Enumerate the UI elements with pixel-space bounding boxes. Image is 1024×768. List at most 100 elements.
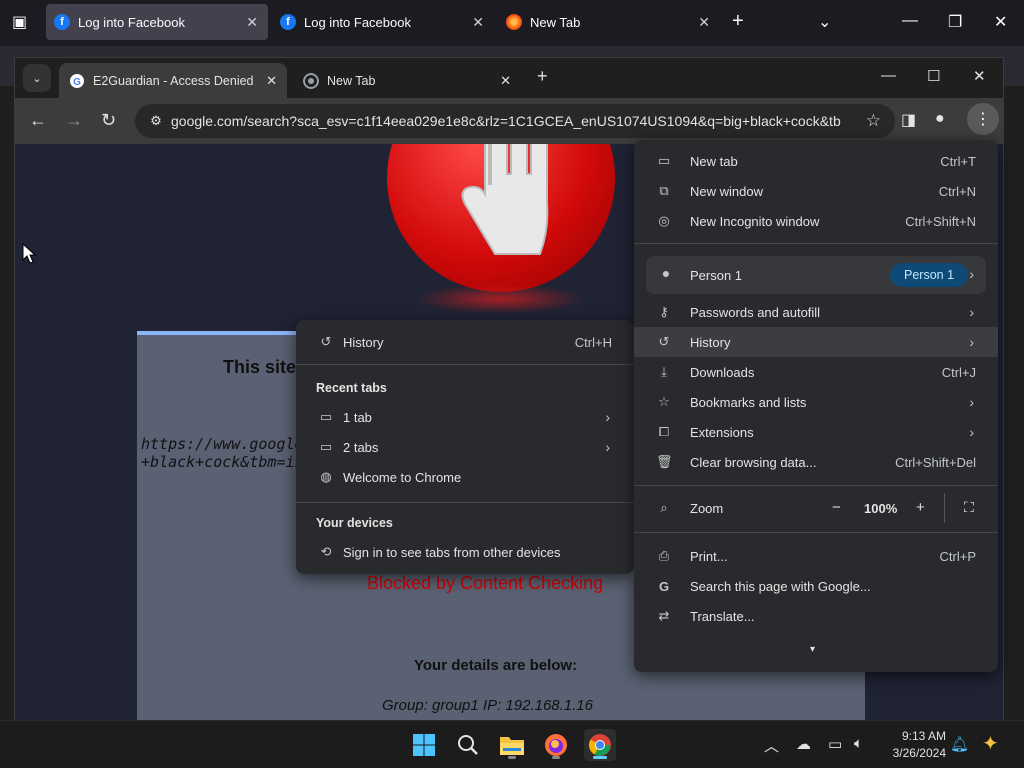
new-tab-button[interactable]: + [537,66,548,87]
menu-item-history[interactable]: ↺ History › [634,327,998,357]
address-bar-url[interactable]: google.com/search?sca_esv=c1f14eea029e1e… [171,113,841,129]
key-icon: ⚷ [659,304,669,319]
chrome-menu-button[interactable]: ⋮ [967,103,999,135]
menu-item-shortcut: Ctrl+P [939,548,976,564]
menu-item-label: Bookmarks and lists [690,394,807,410]
menu-item-label: 1 tab [343,409,372,425]
new-tab-icon: ▭ [657,153,671,168]
details-heading: Your details are below: [414,657,578,674]
search-button[interactable] [452,729,484,761]
menu-item-clear-data[interactable]: 🗑︎ Clear browsing data... Ctrl+Shift+Del [634,447,998,477]
menu-item-new-window[interactable]: ⧉ New window Ctrl+N [634,176,998,206]
file-explorer-button[interactable] [496,729,528,761]
tab-search-button[interactable]: ⌄ [23,64,51,92]
menu-item-label: Print... [690,548,728,564]
chevron-up-icon[interactable]: ︿ [764,735,779,756]
menu-item-shortcut: Ctrl+Shift+Del [895,454,976,470]
restore-icon[interactable]: ❐ [948,12,962,32]
hand-icon [461,144,549,255]
menu-item-shortcut: Ctrl+H [574,334,612,350]
google-icon: G [70,73,84,88]
reload-icon[interactable]: ↻ [101,110,116,131]
menu-item-search-page[interactable]: G Search this page with Google... [634,571,998,601]
zoom-value: 100% [864,501,898,516]
notification-bell-icon[interactable]: 🔔︎ [950,735,969,753]
svg-text:G: G [73,77,81,88]
recent-tab-item[interactable]: ◍ Welcome to Chrome [296,462,634,492]
close-icon[interactable]: ✕ [500,73,511,89]
new-window-icon: ⧉ [659,183,669,198]
menu-item-print[interactable]: ⎙ Print... Ctrl+P [634,541,998,571]
caret-down-icon: ▾ [810,643,816,655]
cloud-offline-icon[interactable]: ☁ [796,735,811,753]
address-bar[interactable]: ⚙ google.com/search?sca_esv=c1f14eea029e… [135,104,895,138]
chevron-right-icon: › [969,424,974,440]
back-icon[interactable]: ← [29,110,47,131]
firefox-new-tab-button[interactable]: + [732,10,744,33]
menu-item-passwords[interactable]: ⚷ Passwords and autofill › [634,297,998,327]
puzzle-icon: ⧠ [658,424,670,439]
side-panel-icon[interactable]: ◨ [901,110,916,130]
folder-icon [500,737,524,755]
close-icon[interactable]: ✕ [472,14,484,31]
menu-item-extensions[interactable]: ⧠ Extensions › [634,417,998,447]
site-info-icon[interactable]: ⚙ [141,113,171,129]
menu-item-downloads[interactable]: ⤓ Downloads Ctrl+J [634,357,998,387]
chrome-taskbar-button[interactable] [584,729,616,761]
start-button[interactable] [408,729,440,761]
close-window-icon[interactable]: ✕ [973,67,986,85]
close-window-icon[interactable]: ✕ [994,12,1007,32]
taskbar-clock[interactable]: 9:13 AM 3/26/2024 [876,728,946,762]
zoom-divider [944,493,945,523]
devices-sign-in-item[interactable]: ⟲ Sign in to see tabs from other devices [296,537,634,567]
menu-item-new-tab[interactable]: ▭ New tab Ctrl+T [634,146,998,176]
copilot-icon[interactable]: ✦ [982,731,999,756]
zoom-out-button[interactable]: − [832,499,841,516]
menu-item-new-incognito[interactable]: ◎ New Incognito window Ctrl+Shift+N [634,206,998,236]
chrome-tab-title: New Tab [327,73,376,88]
firefox-tab-title: Log into Facebook [78,14,185,30]
menu-divider [296,364,634,365]
menu-item-shortcut: Ctrl+T [940,153,976,169]
minimize-icon[interactable]: — [881,67,896,84]
firefox-icon [545,734,567,756]
firefox-tab-2[interactable]: f Log into Facebook ✕ [272,4,494,40]
zoom-in-button[interactable]: + [916,499,925,516]
chrome-main-menu: ▭ New tab Ctrl+T ⧉ New window Ctrl+N ◎ N… [634,140,998,672]
close-icon[interactable]: ✕ [266,73,277,89]
close-icon[interactable]: ✕ [246,14,258,31]
fullscreen-icon[interactable]: ⛶ [964,499,974,516]
desktop: ▣ f Log into Facebook ✕ f Log into Faceb… [0,0,1024,768]
profile-badge: Person 1 [890,263,969,287]
network-icon[interactable]: ▭ [828,735,842,753]
menu-item-shortcut: Ctrl+Shift+N [905,213,976,229]
maximize-icon[interactable]: ☐ [927,67,940,85]
chevron-down-icon[interactable]: ⌄ [818,12,831,32]
profile-icon[interactable]: ● [935,110,945,128]
menu-item-label: History [690,334,731,350]
volume-icon[interactable]: 🔈︎ [854,735,863,752]
history-menu-item[interactable]: ↺ History Ctrl+H [296,327,634,357]
firefox-icon [506,14,522,30]
chrome-tab-active[interactable]: G E2Guardian - Access Denied ✕ [59,63,287,98]
taskbar: ︿ ☁ ▭ 🔈︎ 9:13 AM 3/26/2024 🔔︎ ✦ [0,720,1024,768]
recent-tab-item[interactable]: ▭ 1 tab › [296,402,634,432]
firefox-tab-3[interactable]: New Tab ✕ [498,4,720,40]
bookmark-star-icon[interactable]: ☆ [866,111,881,131]
close-icon[interactable]: ✕ [698,14,710,31]
forward-icon[interactable]: → [65,110,83,131]
menu-item-bookmarks[interactable]: ☆ Bookmarks and lists › [634,387,998,417]
zoom-label: Zoom [690,500,724,516]
firefox-tab-1[interactable]: f Log into Facebook ✕ [46,4,268,40]
minimize-icon[interactable]: — [902,12,918,30]
firefox-taskbar-button[interactable] [540,729,572,761]
menu-expand-button[interactable]: ▾ [634,634,998,664]
menu-divider [634,243,998,244]
recent-tab-item[interactable]: ▭ 2 tabs › [296,432,634,462]
menu-item-translate[interactable]: ⇄ Translate... [634,601,998,631]
chevron-right-icon: › [969,304,974,320]
chevron-right-icon: › [969,266,974,282]
firefox-tab-list-icon[interactable]: ▣ [12,12,27,32]
profile-menu-item[interactable]: ● Person 1 Person 1 › [646,256,986,294]
chrome-tab[interactable]: New Tab ✕ [293,63,521,98]
